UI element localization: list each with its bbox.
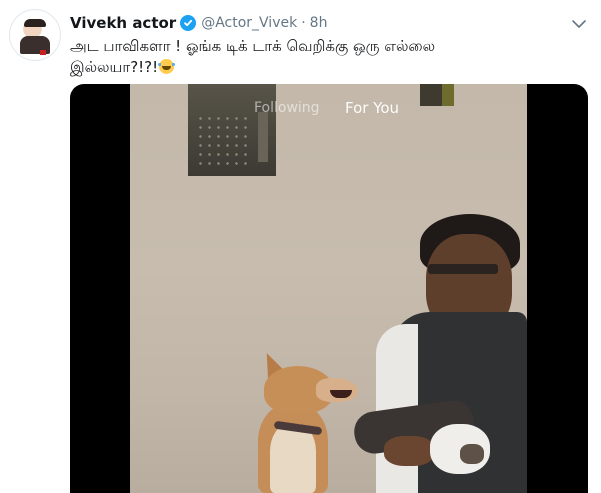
timestamp[interactable]: 8h bbox=[310, 15, 328, 31]
tweet-text: அட பாவிகளா ! ஓங்க டிக் டாக் வெறிக்கு ஒரு… bbox=[70, 36, 580, 78]
chevron-down-icon[interactable] bbox=[569, 14, 589, 34]
calendar-grid bbox=[196, 114, 251, 166]
face-with-tears-of-joy-icon bbox=[158, 59, 176, 74]
wall-calendar bbox=[188, 84, 276, 176]
tweet-text-line-1: அட பாவிகளா ! ஓங்க டிக் டாக் வெறிக்கு ஒரு… bbox=[70, 37, 436, 55]
tweet-header: Vivekh actor @Actor_Vivek · 8h bbox=[70, 12, 327, 34]
dog-chest bbox=[270, 424, 316, 493]
verified-badge-icon bbox=[180, 15, 197, 31]
tab-following[interactable]: Following bbox=[254, 100, 320, 116]
person-hand bbox=[384, 436, 434, 466]
separator-dot: · bbox=[301, 15, 306, 31]
avatar-hair bbox=[24, 19, 46, 27]
wall-frame-edge bbox=[442, 84, 454, 106]
tweet-text-line-2: இல்லயா?!?! bbox=[70, 58, 159, 76]
tab-for-you[interactable]: For You bbox=[345, 99, 399, 117]
person-glasses bbox=[428, 264, 498, 274]
calendar-strip bbox=[258, 112, 268, 162]
author-handle[interactable]: @Actor_Vivek bbox=[201, 15, 297, 31]
video-frame: Following For You bbox=[130, 84, 527, 493]
profile-avatar[interactable] bbox=[9, 9, 61, 61]
author-name[interactable]: Vivekh actor bbox=[70, 14, 176, 32]
avatar-accent bbox=[40, 50, 46, 55]
tweet-card[interactable]: Vivekh actor @Actor_Vivek · 8h அட பாவிகள… bbox=[0, 0, 601, 493]
held-pet-patch bbox=[460, 444, 484, 464]
tweet-media-video[interactable]: Following For You bbox=[70, 84, 588, 493]
wall-frame bbox=[420, 84, 442, 106]
